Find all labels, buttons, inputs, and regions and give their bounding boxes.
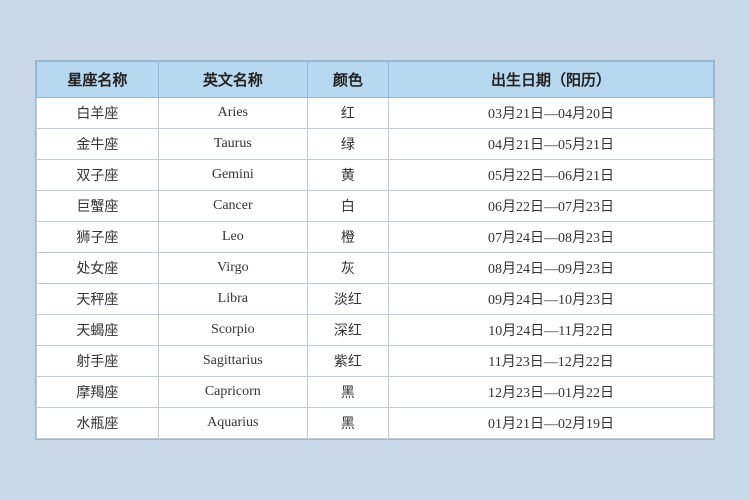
cell-chinese-name: 处女座 (37, 253, 159, 284)
cell-english-name: Leo (158, 222, 307, 253)
cell-chinese-name: 白羊座 (37, 98, 159, 129)
cell-color: 灰 (307, 253, 388, 284)
table-header-row: 星座名称 英文名称 颜色 出生日期（阳历） (37, 62, 714, 98)
cell-chinese-name: 天蝎座 (37, 315, 159, 346)
cell-color: 橙 (307, 222, 388, 253)
cell-color: 黑 (307, 377, 388, 408)
cell-date: 03月21日—04月20日 (389, 98, 714, 129)
cell-date: 10月24日—11月22日 (389, 315, 714, 346)
cell-color: 黑 (307, 408, 388, 439)
table-row: 处女座Virgo灰08月24日—09月23日 (37, 253, 714, 284)
cell-english-name: Gemini (158, 160, 307, 191)
cell-color: 黄 (307, 160, 388, 191)
zodiac-table-container: 星座名称 英文名称 颜色 出生日期（阳历） 白羊座Aries红03月21日—04… (35, 60, 715, 440)
cell-date: 11月23日—12月22日 (389, 346, 714, 377)
header-english-name: 英文名称 (158, 62, 307, 98)
cell-english-name: Virgo (158, 253, 307, 284)
cell-english-name: Taurus (158, 129, 307, 160)
cell-date: 06月22日—07月23日 (389, 191, 714, 222)
cell-date: 05月22日—06月21日 (389, 160, 714, 191)
header-chinese-name: 星座名称 (37, 62, 159, 98)
table-row: 双子座Gemini黄05月22日—06月21日 (37, 160, 714, 191)
cell-color: 红 (307, 98, 388, 129)
cell-color: 深红 (307, 315, 388, 346)
cell-color: 淡红 (307, 284, 388, 315)
cell-english-name: Aquarius (158, 408, 307, 439)
table-row: 摩羯座Capricorn黑12月23日—01月22日 (37, 377, 714, 408)
cell-english-name: Scorpio (158, 315, 307, 346)
cell-chinese-name: 水瓶座 (37, 408, 159, 439)
cell-chinese-name: 金牛座 (37, 129, 159, 160)
table-row: 巨蟹座Cancer白06月22日—07月23日 (37, 191, 714, 222)
cell-date: 07月24日—08月23日 (389, 222, 714, 253)
cell-color: 紫红 (307, 346, 388, 377)
header-color: 颜色 (307, 62, 388, 98)
cell-date: 04月21日—05月21日 (389, 129, 714, 160)
cell-color: 绿 (307, 129, 388, 160)
zodiac-table: 星座名称 英文名称 颜色 出生日期（阳历） 白羊座Aries红03月21日—04… (36, 61, 714, 439)
cell-date: 09月24日—10月23日 (389, 284, 714, 315)
table-row: 天秤座Libra淡红09月24日—10月23日 (37, 284, 714, 315)
table-row: 水瓶座Aquarius黑01月21日—02月19日 (37, 408, 714, 439)
table-row: 天蝎座Scorpio深红10月24日—11月22日 (37, 315, 714, 346)
table-row: 金牛座Taurus绿04月21日—05月21日 (37, 129, 714, 160)
cell-chinese-name: 摩羯座 (37, 377, 159, 408)
cell-english-name: Libra (158, 284, 307, 315)
cell-chinese-name: 天秤座 (37, 284, 159, 315)
table-row: 白羊座Aries红03月21日—04月20日 (37, 98, 714, 129)
cell-date: 08月24日—09月23日 (389, 253, 714, 284)
table-row: 狮子座Leo橙07月24日—08月23日 (37, 222, 714, 253)
cell-english-name: Sagittarius (158, 346, 307, 377)
cell-chinese-name: 狮子座 (37, 222, 159, 253)
cell-english-name: Aries (158, 98, 307, 129)
cell-date: 12月23日—01月22日 (389, 377, 714, 408)
cell-date: 01月21日—02月19日 (389, 408, 714, 439)
cell-english-name: Cancer (158, 191, 307, 222)
cell-color: 白 (307, 191, 388, 222)
cell-chinese-name: 射手座 (37, 346, 159, 377)
cell-chinese-name: 双子座 (37, 160, 159, 191)
header-date: 出生日期（阳历） (389, 62, 714, 98)
cell-english-name: Capricorn (158, 377, 307, 408)
table-row: 射手座Sagittarius紫红11月23日—12月22日 (37, 346, 714, 377)
cell-chinese-name: 巨蟹座 (37, 191, 159, 222)
